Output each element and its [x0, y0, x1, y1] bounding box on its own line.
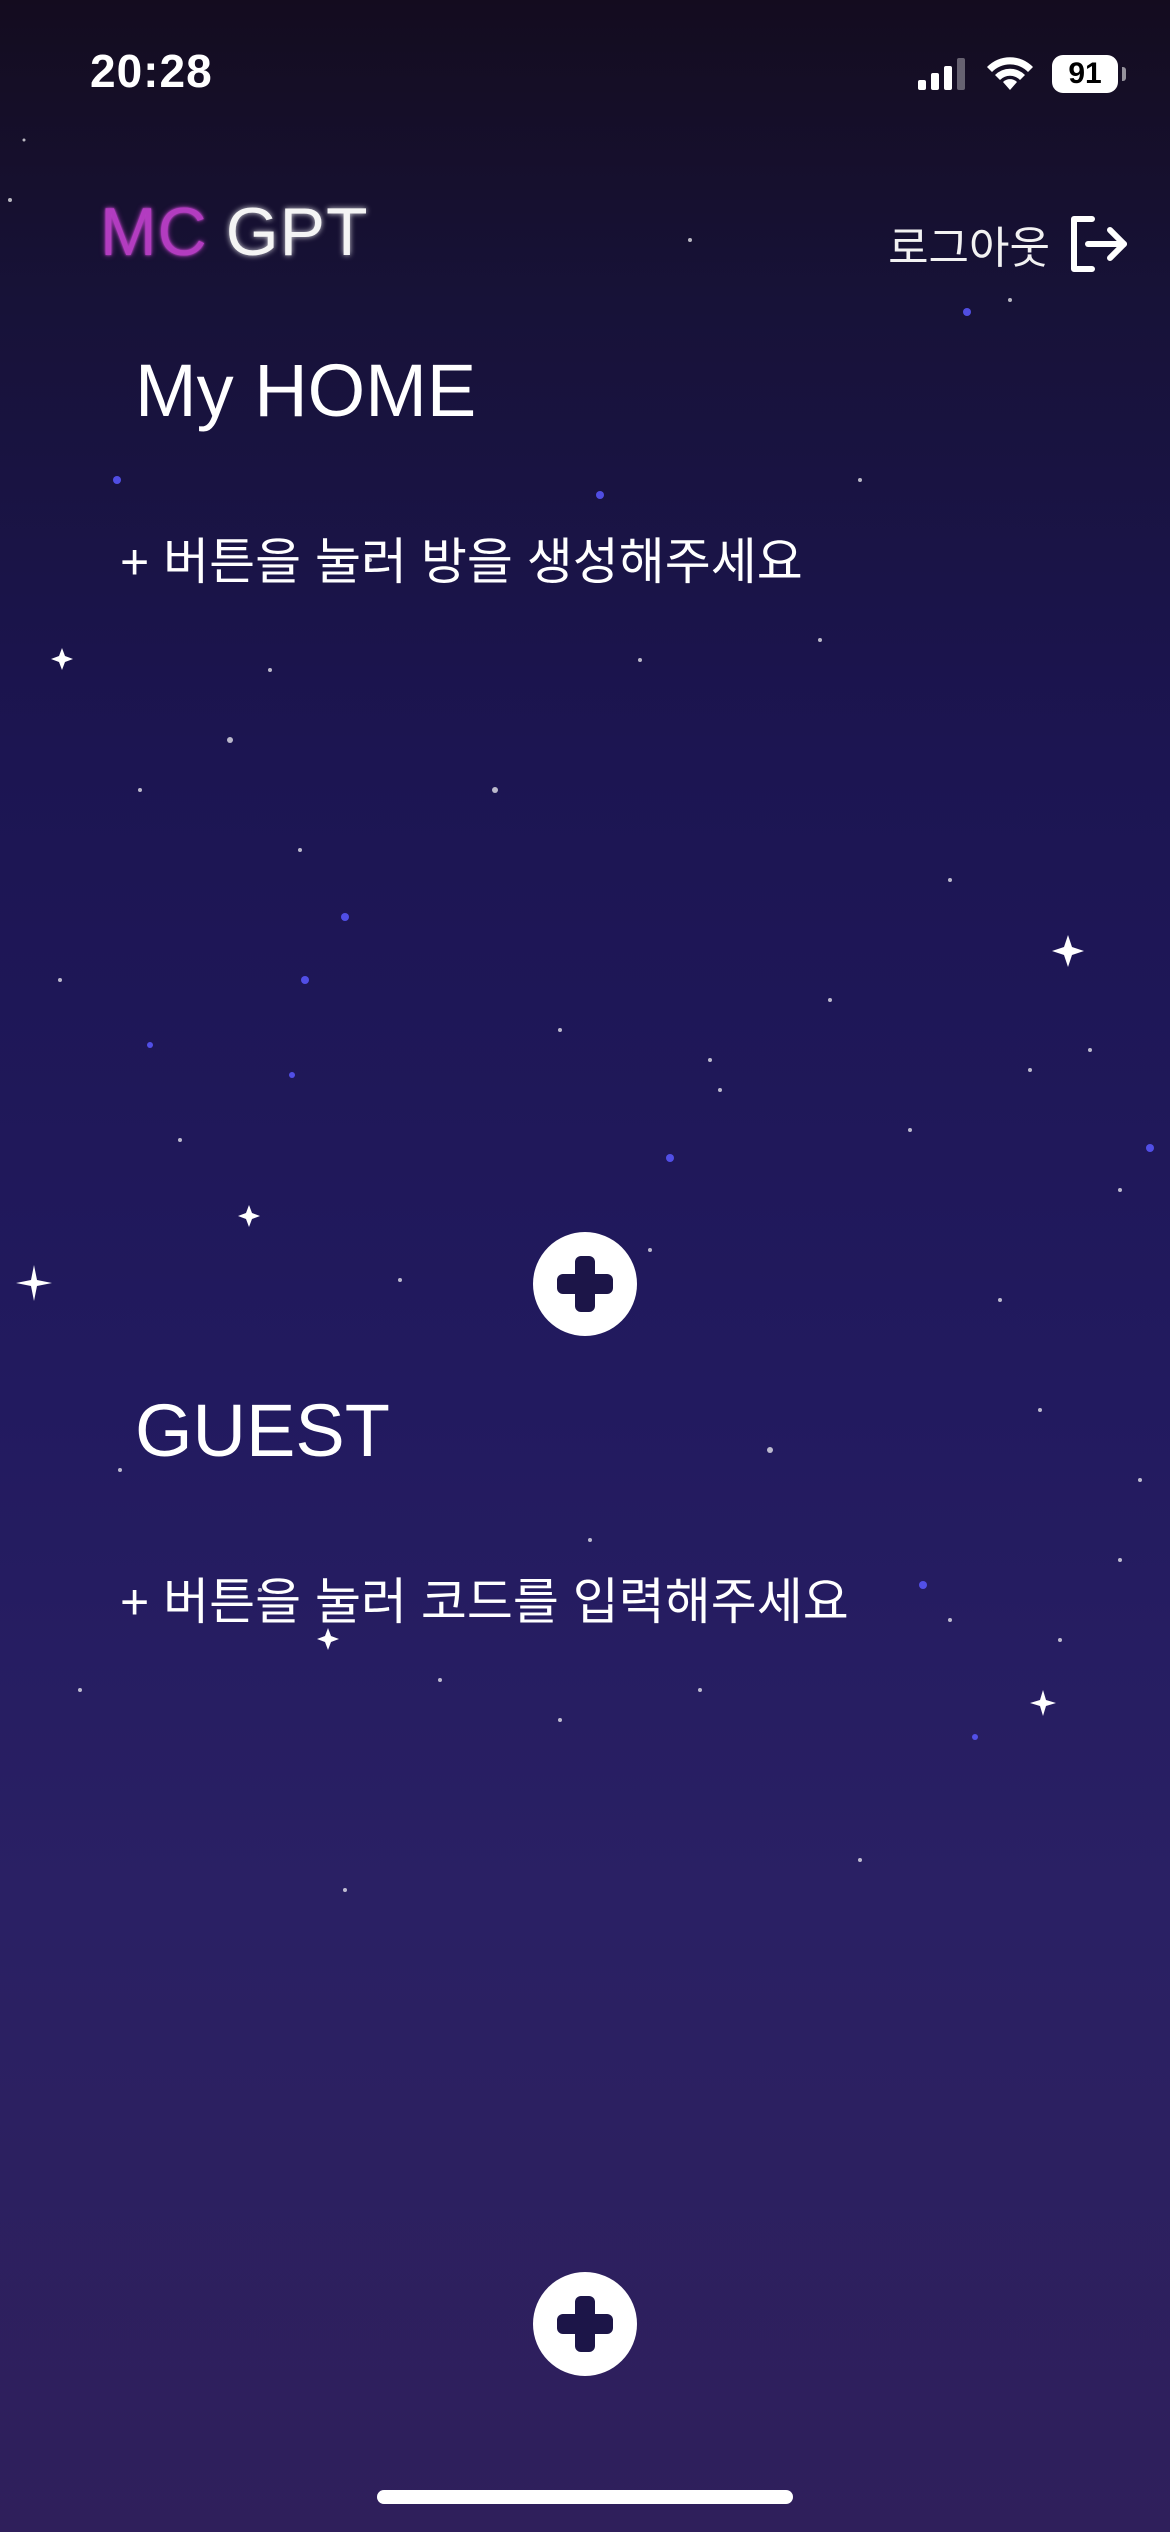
plus-icon	[557, 2296, 613, 2352]
guest-section-title: GUEST	[135, 1389, 390, 1472]
plus-icon	[557, 1256, 613, 1312]
status-time: 20:28	[90, 45, 213, 97]
logo-mc: MC	[100, 194, 208, 270]
logout-button[interactable]: 로그아웃	[888, 212, 1130, 276]
logo-gpt: GPT	[225, 194, 369, 270]
wifi-icon	[987, 57, 1033, 90]
battery-icon: 91	[1052, 55, 1126, 93]
home-indicator[interactable]	[377, 2490, 793, 2504]
enter-code-button[interactable]	[533, 2272, 637, 2376]
home-section-hint: + 버튼을 눌러 방을 생성해주세요	[120, 534, 803, 590]
status-icons: 91	[918, 52, 1126, 96]
battery-level: 91	[1068, 57, 1102, 90]
app-logo: MC GPT	[100, 193, 369, 271]
home-section-title: My HOME	[135, 349, 477, 432]
guest-section-hint: + 버튼을 눌러 코드를 입력해주세요	[120, 1574, 849, 1630]
add-room-button[interactable]	[533, 1232, 637, 1336]
signal-icon	[918, 58, 965, 90]
logout-icon	[1071, 216, 1127, 272]
logout-label: 로그아웃	[888, 224, 1050, 273]
